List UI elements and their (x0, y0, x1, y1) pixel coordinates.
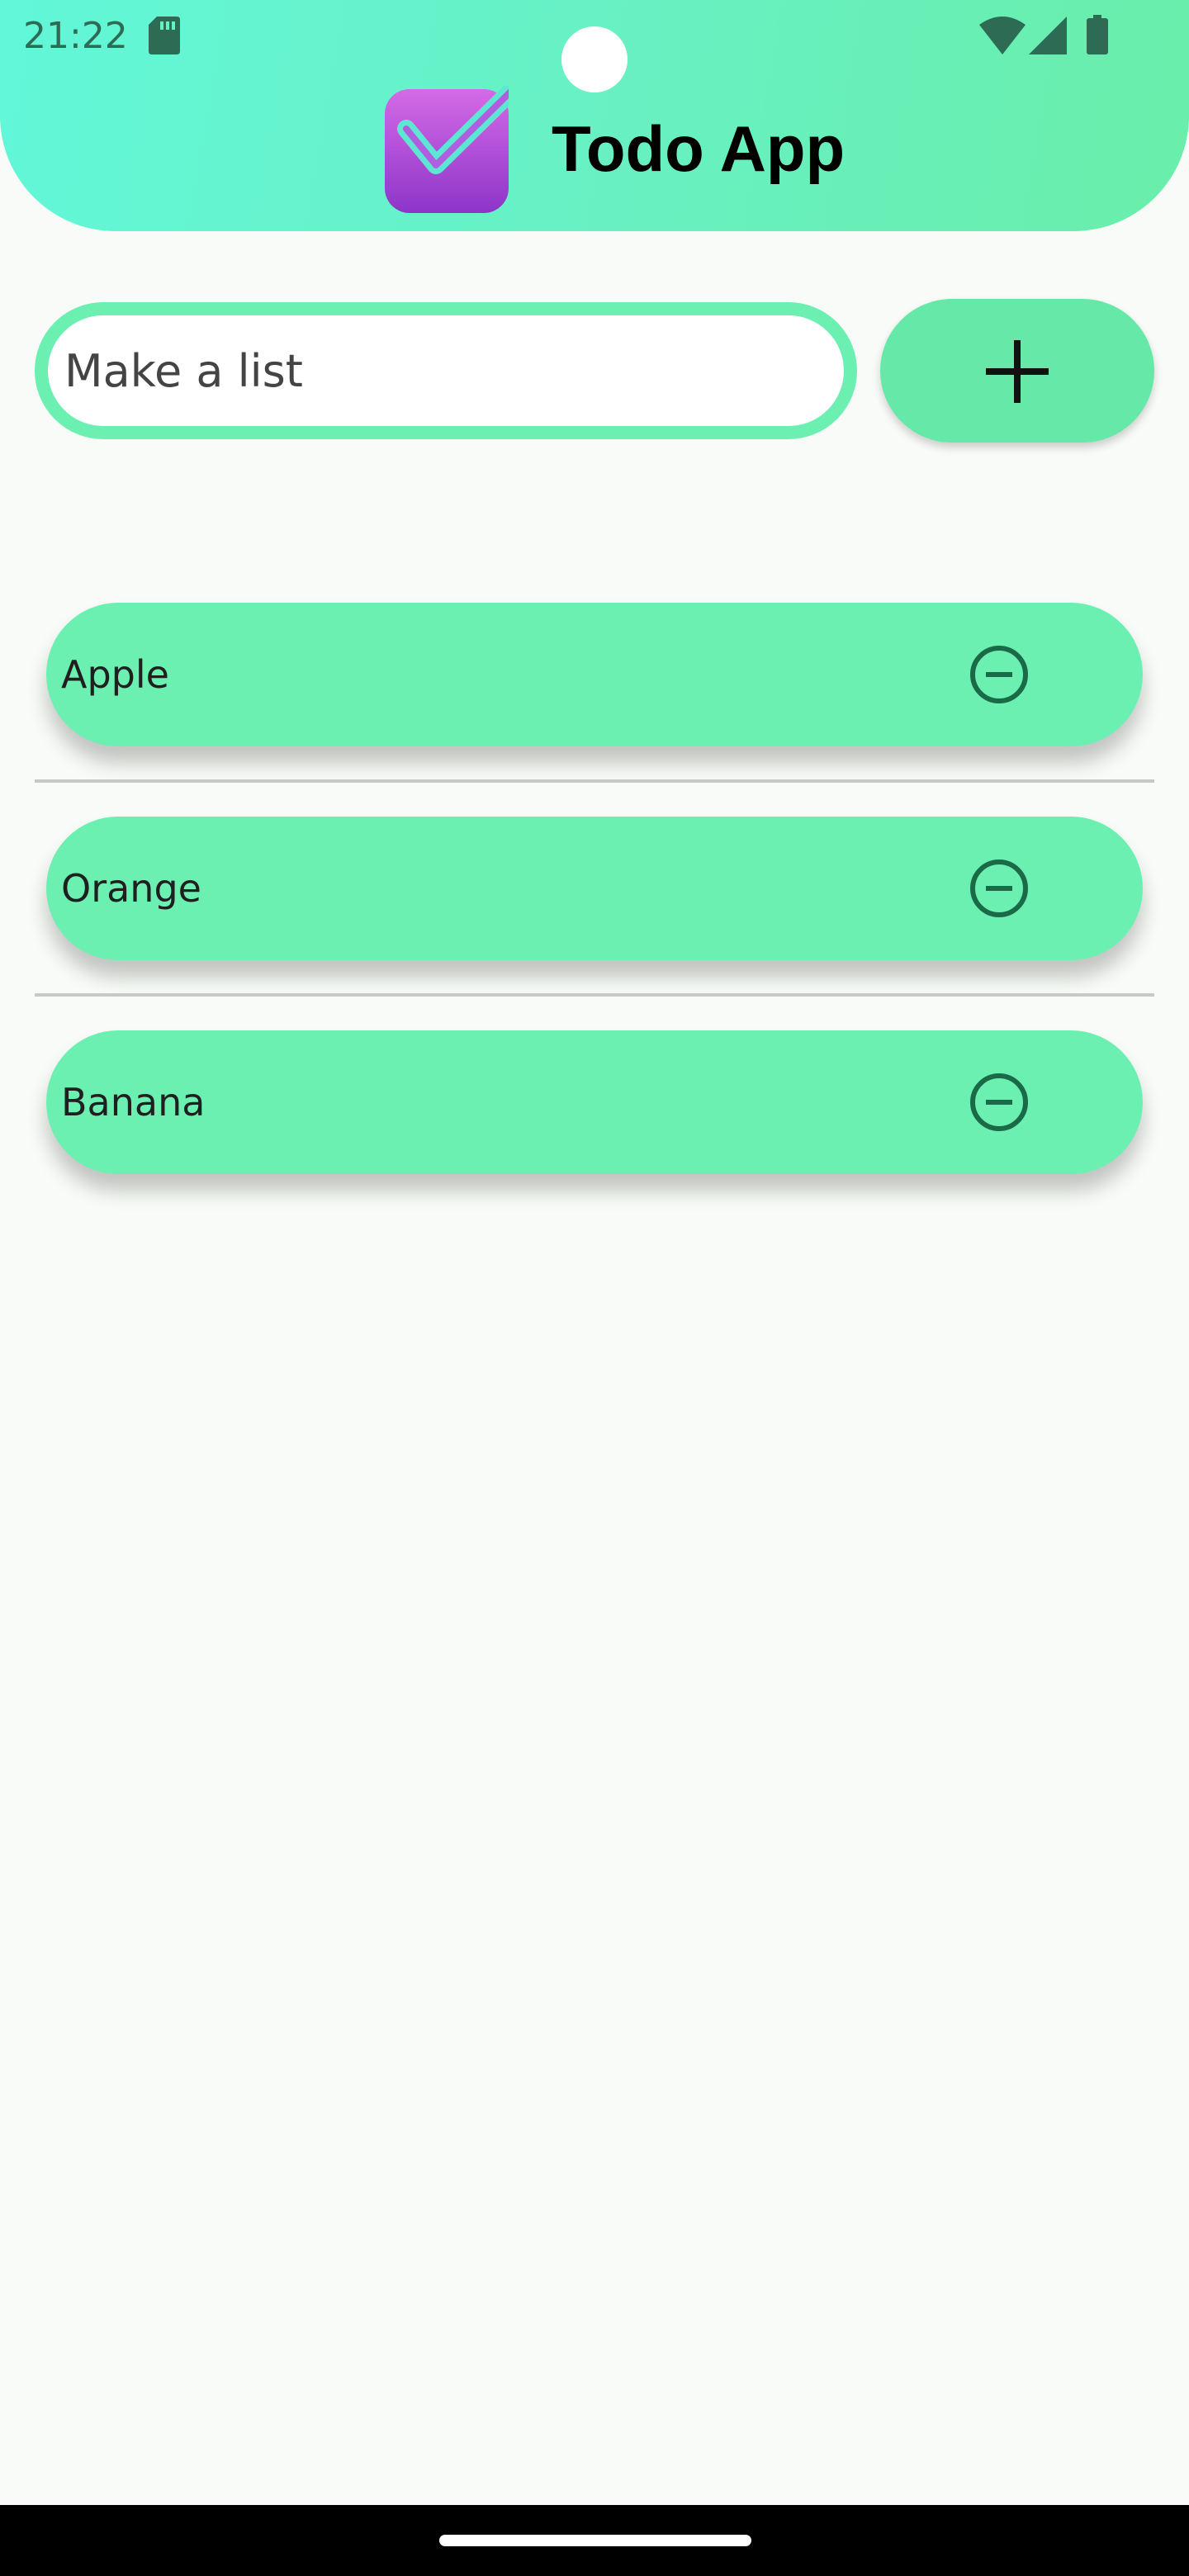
todo-input-field[interactable] (35, 302, 857, 439)
todo-item-label: Banana (61, 1080, 206, 1125)
battery-icon (1087, 15, 1108, 54)
todo-item: Apple (46, 603, 1143, 746)
sd-card-icon (149, 17, 180, 54)
todo-item-label: Orange (61, 866, 201, 911)
remove-circle-icon[interactable] (966, 855, 1032, 921)
todo-input[interactable] (64, 315, 824, 426)
status-bar-time: 21:22 (23, 15, 128, 57)
app-title: Todo App (552, 112, 846, 185)
remove-circle-icon[interactable] (966, 642, 1032, 708)
camera-cutout (561, 26, 628, 92)
remove-circle-icon[interactable] (966, 1069, 1032, 1135)
cellular-signal-icon (1029, 17, 1067, 54)
list-divider (35, 779, 1154, 783)
todo-item: Orange (46, 817, 1143, 960)
todo-item: Banana (46, 1030, 1143, 1174)
checkmark-app-icon (385, 86, 509, 213)
app-header: 21:22 Todo App (0, 0, 1189, 231)
wifi-icon (979, 17, 1026, 54)
todo-item-label: Apple (61, 652, 169, 697)
list-divider (35, 993, 1154, 997)
system-navigation-bar (0, 2505, 1189, 2576)
home-indicator[interactable] (439, 2535, 751, 2546)
add-todo-button[interactable] (880, 299, 1154, 443)
plus-icon (986, 340, 1049, 403)
